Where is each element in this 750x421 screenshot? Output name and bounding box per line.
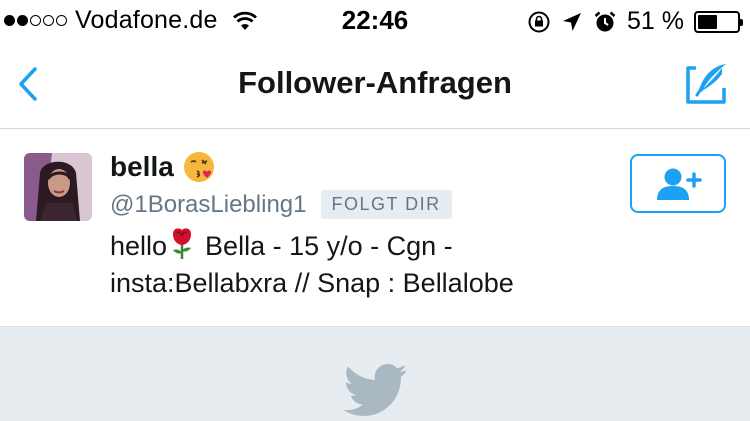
battery-icon	[694, 10, 743, 33]
battery-level	[698, 14, 718, 29]
kissing-face-emoji-icon	[183, 152, 214, 182]
compose-button[interactable]	[682, 60, 732, 110]
navigation-bar: Follower-Anfragen	[0, 40, 750, 129]
bio-line-2: insta:Bellabxra // Snap : Bellalobe	[110, 268, 514, 298]
handle-line: @1BorasLiebling1 FOLGT DIR	[110, 190, 452, 219]
avatar-image	[24, 153, 92, 221]
rose-emoji-icon	[173, 228, 192, 259]
orientation-lock-icon	[528, 11, 550, 32]
follower-request-row: bella @1BorasLiebling1 FOLGT DIR hello B…	[0, 130, 750, 326]
user-bio: hello Bella - 15 y/o - Cgn - insta:Bella…	[110, 226, 610, 302]
name-line: bella	[110, 150, 216, 184]
user-name[interactable]: bella	[110, 151, 174, 183]
user-handle: @1BorasLiebling1	[110, 190, 307, 218]
status-bar: Vodafone.de 22:46 51 %	[0, 0, 750, 40]
bio-prefix: hello	[110, 231, 168, 261]
bio-line-1: Bella - 15 y/o - Cgn -	[205, 231, 453, 261]
compose-tweet-icon	[686, 64, 726, 104]
follows-you-badge: FOLGT DIR	[320, 190, 452, 219]
follow-button[interactable]	[630, 154, 726, 213]
twitter-bird-icon	[344, 364, 406, 416]
page-title: Follower-Anfragen	[238, 65, 512, 100]
footer-area	[0, 326, 750, 421]
avatar[interactable]	[24, 153, 92, 221]
add-user-icon	[657, 168, 702, 200]
battery-percent: 51 %	[627, 7, 684, 35]
alarm-clock-icon	[594, 11, 616, 31]
status-right: 51 %	[527, 7, 743, 36]
location-arrow-icon	[563, 12, 582, 31]
